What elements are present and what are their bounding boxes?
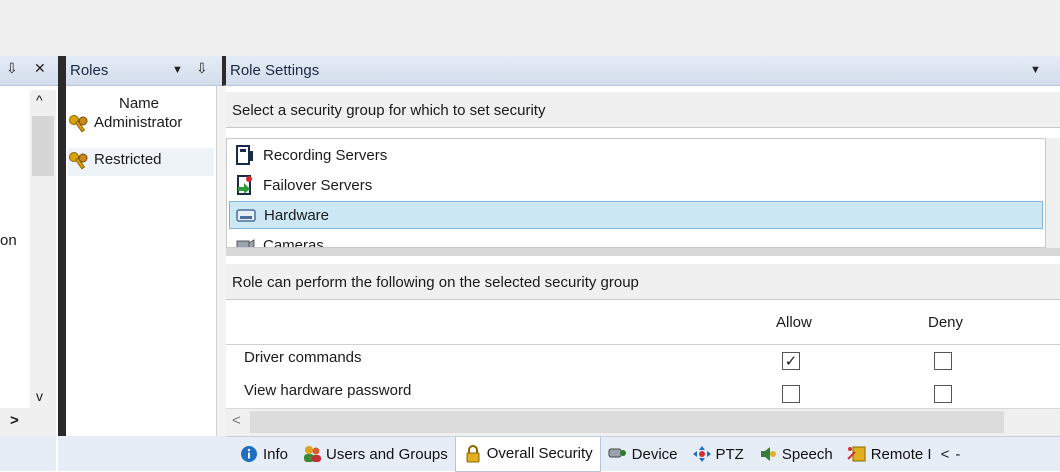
role-item-restricted[interactable]: Restricted xyxy=(68,148,214,176)
roles-pane-edge[interactable] xyxy=(216,86,226,471)
speech-icon xyxy=(758,444,778,464)
left-pane-scroll-right-icon[interactable]: > xyxy=(10,412,19,429)
tab-scroll-prev-icon[interactable]: < xyxy=(941,446,950,463)
allow-column-header[interactable]: Allow xyxy=(776,314,812,331)
role-item-label: Administrator xyxy=(94,114,183,131)
info-icon xyxy=(239,444,259,464)
left-pane-scroll-down-icon[interactable]: v xyxy=(36,388,43,404)
tab-label: Device xyxy=(631,445,678,463)
permissions-scroll-left-icon[interactable]: < xyxy=(232,412,241,429)
security-group-scrollbar[interactable] xyxy=(1046,138,1060,248)
tab-label: Remote I xyxy=(870,445,932,463)
role-key-icon xyxy=(69,152,88,170)
tab-speech[interactable]: Speech xyxy=(751,439,840,469)
tab-device[interactable]: Device xyxy=(601,439,685,469)
camera-icon xyxy=(236,239,255,247)
security-group-failover-servers[interactable]: Failover Servers xyxy=(229,171,1043,199)
check-icon: ✓ xyxy=(784,352,798,370)
select-group-prompt: Select a security group for which to set… xyxy=(226,92,1060,128)
left-pane-scroll-up-icon[interactable]: ^ xyxy=(36,92,43,108)
role-item-label: Restricted xyxy=(94,151,162,168)
permissions-hscroll-thumb[interactable] xyxy=(250,411,1004,433)
tabbar-left-filler xyxy=(58,436,226,471)
device-icon xyxy=(608,444,628,464)
role-item-administrator[interactable]: Administrator xyxy=(68,114,214,134)
role-settings-title: Role Settings xyxy=(230,62,320,79)
tab-ptz[interactable]: PTZ xyxy=(685,439,751,469)
left-pane-bottom-strip xyxy=(0,436,56,471)
tab-scroll-next-icon[interactable]: - xyxy=(955,446,960,463)
left-pane-partial-label: on xyxy=(0,232,17,249)
lock-icon xyxy=(463,444,483,464)
permission-driver-commands-deny-checkbox[interactable] xyxy=(934,352,952,370)
tab-overall-security[interactable]: Overall Security xyxy=(454,436,601,472)
hardware-icon xyxy=(236,209,256,222)
tab-remote[interactable]: Remote I xyxy=(840,439,939,469)
recording-server-icon xyxy=(236,145,253,165)
tab-label: PTZ xyxy=(715,445,744,463)
permission-driver-commands-label: Driver commands xyxy=(244,349,362,366)
perform-prompt: Role can perform the following on the se… xyxy=(226,264,1060,300)
role-settings-header xyxy=(222,56,1060,86)
role-settings-dropdown-icon[interactable]: ▼ xyxy=(1030,64,1041,76)
security-group-recording-servers[interactable]: Recording Servers xyxy=(229,141,1043,169)
tab-label: Overall Security xyxy=(486,445,593,462)
left-pane-close-icon[interactable]: ✕ xyxy=(34,60,46,77)
tab-info[interactable]: Info xyxy=(232,439,295,469)
ptz-icon xyxy=(692,444,712,464)
settings-splitter[interactable] xyxy=(226,248,1060,256)
left-pane-hscrollbar[interactable] xyxy=(0,408,56,436)
tab-label: Speech xyxy=(781,445,833,463)
pane-splitter[interactable] xyxy=(58,56,66,471)
permission-driver-commands-allow-checkbox[interactable]: ✓ xyxy=(782,352,800,370)
roles-pane-title: Roles xyxy=(70,62,109,79)
permission-view-hardware-password-allow-checkbox[interactable] xyxy=(782,385,800,403)
deny-column-header[interactable]: Deny xyxy=(928,314,963,331)
roles-column-header[interactable]: Name xyxy=(119,95,159,112)
top-toolbar-area xyxy=(0,0,1060,56)
tab-strip: Info Users and Groups Overall Security D… xyxy=(226,436,1060,472)
roles-pin-icon[interactable]: ⇩ xyxy=(196,60,208,77)
left-pane-scroll-thumb[interactable] xyxy=(32,116,54,176)
users-icon xyxy=(302,444,322,464)
permission-view-hardware-password-deny-checkbox[interactable] xyxy=(934,385,952,403)
roles-list xyxy=(66,86,216,471)
tab-label: Users and Groups xyxy=(326,445,448,463)
tab-users-and-groups[interactable]: Users and Groups xyxy=(295,439,455,469)
security-group-label: Cameras xyxy=(263,236,324,248)
security-group-label: Failover Servers xyxy=(263,176,373,194)
remote-icon xyxy=(847,444,867,464)
role-key-icon xyxy=(69,115,88,133)
security-group-label: Recording Servers xyxy=(263,146,388,164)
roles-dropdown-icon[interactable]: ▼ xyxy=(172,64,183,76)
failover-server-icon xyxy=(237,175,252,195)
tab-label: Info xyxy=(263,445,289,463)
security-group-hardware[interactable]: Hardware xyxy=(229,201,1043,229)
security-group-label: Hardware xyxy=(264,206,330,224)
permission-view-hardware-password-label: View hardware password xyxy=(244,382,412,399)
left-pane-pin-icon[interactable]: ⇩ xyxy=(6,60,18,77)
security-group-list[interactable]: Recording Servers Failover Servers Hardw… xyxy=(226,138,1046,248)
security-group-cameras[interactable]: Cameras xyxy=(229,231,1043,248)
permissions-divider xyxy=(226,344,1060,345)
